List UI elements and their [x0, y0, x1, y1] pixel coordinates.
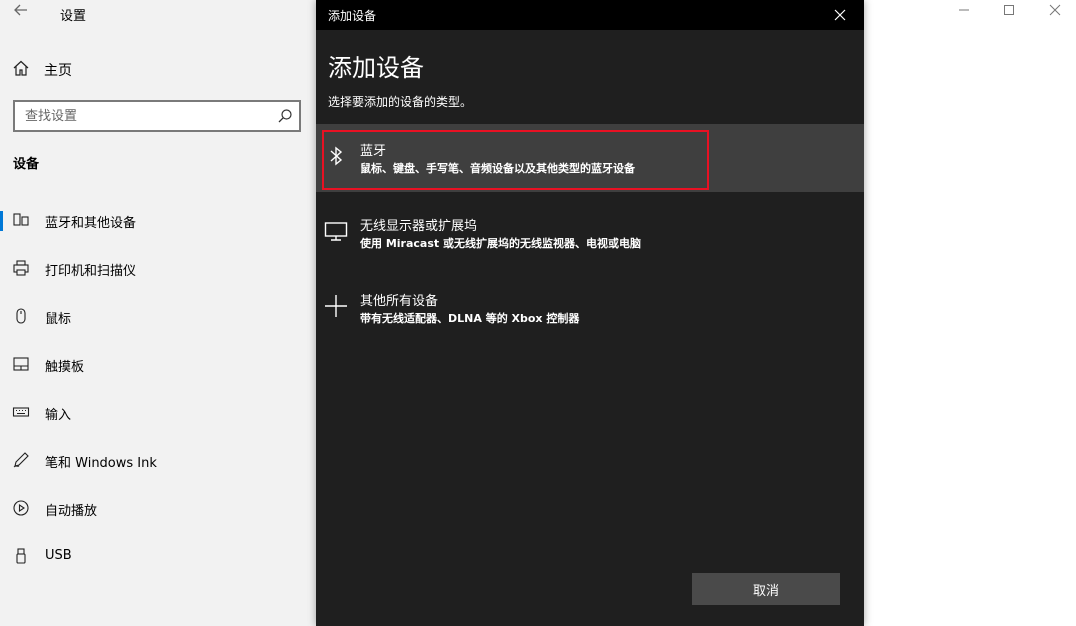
dialog-window-title: 添加设备: [328, 9, 377, 23]
keyboard-icon: [12, 403, 30, 421]
dialog-subtitle: 选择要添加的设备的类型。: [328, 95, 473, 109]
touchpad-icon: [12, 355, 30, 373]
bluetooth-devices-icon: [12, 211, 30, 229]
cancel-button[interactable]: 取消: [692, 573, 840, 605]
add-device-dialog: 添加设备 添加设备 选择要添加的设备的类型。 蓝牙 鼠标、键盘、手写笔、音频设备…: [316, 0, 864, 626]
sidebar-item-label: 打印机和扫描仪: [45, 264, 137, 279]
mouse-icon: [12, 307, 30, 325]
bluetooth-icon: [324, 144, 348, 168]
sidebar-item-label: USB: [45, 548, 72, 563]
sidebar-item-label: 蓝牙和其他设备: [45, 216, 137, 231]
home-label: 主页: [44, 63, 72, 79]
sidebar-item-label: 自动播放: [45, 504, 98, 519]
plus-icon: [324, 294, 348, 318]
sidebar-item-autoplay[interactable]: 自动播放: [0, 488, 316, 528]
option-description: 鼠标、键盘、手写笔、音频设备以及其他类型的蓝牙设备: [360, 162, 635, 175]
sidebar-item-mouse[interactable]: 鼠标: [0, 296, 316, 336]
usb-icon: [12, 547, 30, 565]
option-title: 无线显示器或扩展坞: [360, 219, 478, 234]
back-arrow-icon[interactable]: [10, 2, 32, 24]
option-title: 其他所有设备: [360, 294, 439, 309]
sidebar-item-label: 输入: [45, 408, 72, 423]
section-title: 设备: [13, 157, 40, 172]
sidebar-item-pen[interactable]: 笔和 Windows Ink: [0, 440, 316, 480]
sidebar-item-label: 触摸板: [45, 360, 85, 375]
option-description: 带有无线适配器、DLNA 等的 Xbox 控制器: [360, 312, 580, 325]
option-description: 使用 Miracast 或无线扩展坞的无线监视器、电视或电脑: [360, 237, 641, 250]
sidebar-item-typing[interactable]: 输入: [0, 392, 316, 432]
sidebar-item-label: 鼠标: [45, 312, 72, 327]
selection-indicator: [0, 211, 3, 231]
sidebar-item-printers[interactable]: 打印机和扫描仪: [0, 248, 316, 288]
option-bluetooth[interactable]: 蓝牙 鼠标、键盘、手写笔、音频设备以及其他类型的蓝牙设备: [316, 124, 864, 192]
search-icon[interactable]: [277, 108, 293, 124]
sidebar-item-label: 笔和 Windows Ink: [45, 456, 157, 471]
monitor-icon: [324, 219, 348, 243]
search-box[interactable]: [13, 100, 301, 132]
sidebar-item-bluetooth[interactable]: 蓝牙和其他设备: [0, 200, 316, 240]
close-icon[interactable]: [830, 5, 850, 25]
settings-sidebar: 设置 主页 设备 蓝牙和其他设备 打印机和扫描仪: [0, 0, 316, 626]
minimize-icon[interactable]: [953, 3, 975, 21]
sidebar-item-usb[interactable]: USB: [0, 536, 316, 576]
pen-icon: [12, 451, 30, 469]
search-input[interactable]: [15, 102, 265, 130]
dialog-heading: 添加设备: [328, 54, 424, 82]
option-title: 蓝牙: [360, 144, 387, 159]
close-window-icon[interactable]: [1044, 3, 1066, 21]
option-other-devices[interactable]: 其他所有设备 带有无线适配器、DLNA 等的 Xbox 控制器: [316, 274, 864, 342]
home-icon: [12, 59, 30, 81]
printer-icon: [12, 259, 30, 277]
dialog-titlebar: 添加设备: [316, 0, 864, 30]
option-wireless-display[interactable]: 无线显示器或扩展坞 使用 Miracast 或无线扩展坞的无线监视器、电视或电脑: [316, 199, 864, 267]
autoplay-icon: [12, 499, 30, 517]
home-link[interactable]: 主页: [12, 58, 72, 82]
maximize-icon[interactable]: [998, 3, 1020, 21]
sidebar-item-touchpad[interactable]: 触摸板: [0, 344, 316, 384]
settings-title: 设置: [60, 9, 87, 24]
